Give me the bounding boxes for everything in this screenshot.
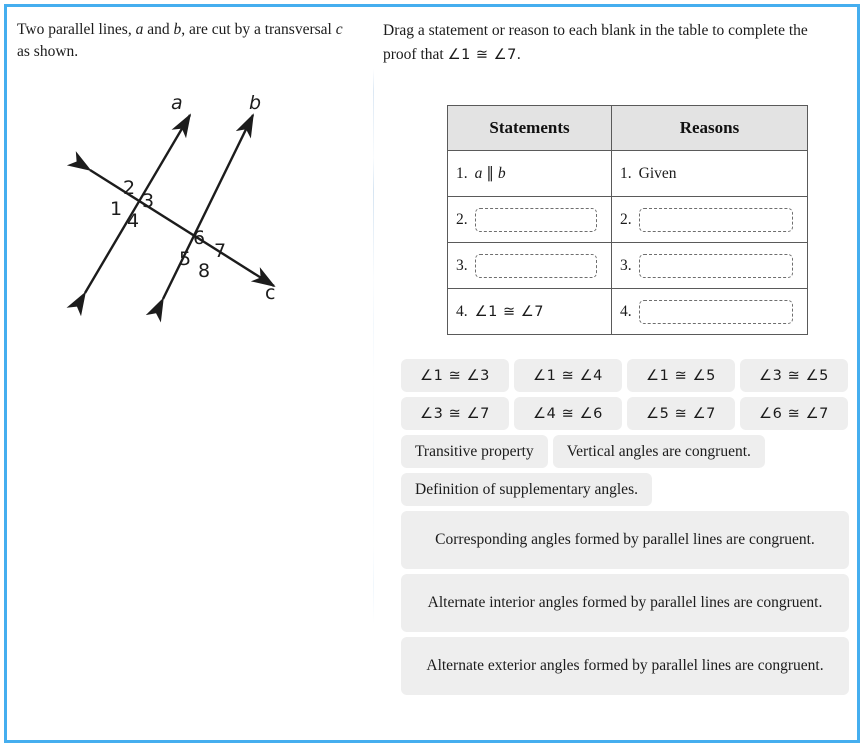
reason-dropzone-4[interactable] bbox=[638, 299, 793, 324]
tile-angle-3-5[interactable]: ∠3 ≅ ∠5 bbox=[740, 359, 848, 392]
statement-number-2: 2. bbox=[456, 210, 468, 228]
tile-angle-6-7[interactable]: ∠6 ≅ ∠7 bbox=[740, 397, 848, 430]
tile-row-4: Definition of supplementary angles. bbox=[401, 473, 849, 506]
angle-label-2: 2 bbox=[123, 177, 135, 199]
tile-transitive-property[interactable]: Transitive property bbox=[401, 435, 548, 468]
line-label-c-inline: c bbox=[335, 21, 343, 38]
tile-row-1: ∠1 ≅ ∠3 ∠1 ≅ ∠4 ∠1 ≅ ∠5 ∠3 ≅ ∠5 bbox=[401, 359, 849, 392]
tile-row-7: Alternate exterior angles formed by para… bbox=[401, 637, 849, 695]
instruction-text: Drag a statement or reason to each blank… bbox=[383, 19, 833, 67]
tile-row-6: Alternate interior angles formed by para… bbox=[401, 574, 849, 632]
reason-number-2: 2. bbox=[620, 210, 632, 228]
statement-cell-2: 2. bbox=[447, 196, 612, 243]
prompt-part: , are cut by a transversal bbox=[181, 21, 336, 38]
tile-corresponding-angles[interactable]: Corresponding angles formed by parallel … bbox=[401, 511, 849, 569]
statement-cell-1: 1. a ∥ b bbox=[447, 150, 612, 197]
statement-text-4: ∠1 ≅ ∠7 bbox=[474, 303, 544, 320]
angle-label-5: 5 bbox=[179, 248, 191, 270]
two-column-proof-table: Statements Reasons 1. a ∥ b 1. Given 2. … bbox=[447, 105, 808, 335]
statement-number-1: 1. bbox=[456, 164, 468, 182]
angle-label-6: 6 bbox=[193, 227, 205, 249]
reason-cell-2: 2. bbox=[611, 196, 808, 243]
stmt1-b: b bbox=[497, 165, 506, 182]
table-header-row: Statements Reasons bbox=[447, 105, 808, 151]
column-header-statements: Statements bbox=[447, 105, 612, 151]
reason-dropzone-3[interactable] bbox=[638, 253, 793, 278]
tile-vertical-angles-congruent[interactable]: Vertical angles are congruent. bbox=[552, 435, 765, 468]
reason-cell-3: 3. bbox=[611, 242, 808, 289]
statement-cell-4: 4. ∠1 ≅ ∠7 bbox=[447, 288, 612, 335]
column-header-reasons: Reasons bbox=[611, 105, 808, 151]
reason-dropzone-2[interactable] bbox=[638, 207, 793, 232]
reason-cell-4: 4. bbox=[611, 288, 808, 335]
tile-angle-1-3[interactable]: ∠1 ≅ ∠3 bbox=[401, 359, 509, 392]
reason-cell-1: 1. Given bbox=[611, 150, 808, 197]
stmt1-parallel: ∥ bbox=[482, 165, 498, 182]
prompt-part: Two parallel lines, bbox=[17, 21, 136, 38]
right-panel: Drag a statement or reason to each blank… bbox=[373, 7, 857, 740]
tile-alternate-interior-angles[interactable]: Alternate interior angles formed by para… bbox=[401, 574, 849, 632]
tile-row-2: ∠3 ≅ ∠7 ∠4 ≅ ∠6 ∠5 ≅ ∠7 ∠6 ≅ ∠7 bbox=[401, 397, 849, 430]
instruction-part: . bbox=[516, 46, 521, 64]
tile-angle-1-4[interactable]: ∠1 ≅ ∠4 bbox=[514, 359, 622, 392]
reason-number-3: 3. bbox=[620, 256, 632, 274]
table-row: 1. a ∥ b 1. Given bbox=[447, 150, 808, 197]
activity-frame: Two parallel lines, a and b , are cut by … bbox=[4, 4, 860, 743]
angle-label-4: 4 bbox=[127, 210, 139, 232]
tile-row-5: Corresponding angles formed by parallel … bbox=[401, 511, 849, 569]
prompt-part: and bbox=[143, 21, 174, 38]
geometry-diagram: a b c 2 3 1 4 6 7 5 8 bbox=[66, 92, 276, 323]
angle-label-1: 1 bbox=[110, 198, 122, 220]
instruction-angle-congruence: ∠1 ≅ ∠7 bbox=[447, 47, 517, 64]
tile-alternate-exterior-angles[interactable]: Alternate exterior angles formed by para… bbox=[401, 637, 849, 695]
angle-label-3: 3 bbox=[142, 190, 154, 212]
draggable-tile-bank: ∠1 ≅ ∠3 ∠1 ≅ ∠4 ∠1 ≅ ∠5 ∠3 ≅ ∠5 ∠3 ≅ ∠7 … bbox=[401, 359, 849, 700]
tile-row-3: Transitive property Vertical angles are … bbox=[401, 435, 849, 468]
left-prompt-text: Two parallel lines, a and b, are cut by … bbox=[17, 19, 347, 63]
tile-definition-supplementary-angles[interactable]: Definition of supplementary angles. bbox=[401, 473, 652, 506]
statement-number-4: 4. bbox=[456, 302, 468, 320]
statement-number-3: 3. bbox=[456, 256, 468, 274]
tile-angle-3-7[interactable]: ∠3 ≅ ∠7 bbox=[401, 397, 509, 430]
reason-number-4: 4. bbox=[620, 302, 632, 320]
statement-dropzone-2[interactable] bbox=[474, 207, 597, 232]
statement-dropzone-3[interactable] bbox=[474, 253, 597, 278]
prompt-part: as shown. bbox=[17, 43, 79, 60]
label-line-b: b bbox=[249, 92, 261, 114]
angle-label-7: 7 bbox=[214, 240, 226, 262]
table-row: 4. ∠1 ≅ ∠7 4. bbox=[447, 288, 808, 335]
angle-label-8: 8 bbox=[198, 260, 210, 282]
tile-angle-5-7[interactable]: ∠5 ≅ ∠7 bbox=[627, 397, 735, 430]
tile-angle-1-5[interactable]: ∠1 ≅ ∠5 bbox=[627, 359, 735, 392]
table-row: 3. 3. bbox=[447, 242, 808, 289]
label-line-c: c bbox=[265, 282, 275, 304]
left-panel: Two parallel lines, a and b , are cut by … bbox=[7, 7, 373, 740]
reason-text-1: Given bbox=[638, 164, 677, 182]
table-row: 2. 2. bbox=[447, 196, 808, 243]
line-a bbox=[66, 113, 192, 317]
statement-cell-3: 3. bbox=[447, 242, 612, 289]
label-line-a: a bbox=[171, 92, 183, 114]
statement-text-1: a ∥ b bbox=[475, 164, 506, 183]
tile-angle-4-6[interactable]: ∠4 ≅ ∠6 bbox=[514, 397, 622, 430]
reason-number-1: 1. bbox=[620, 164, 632, 182]
